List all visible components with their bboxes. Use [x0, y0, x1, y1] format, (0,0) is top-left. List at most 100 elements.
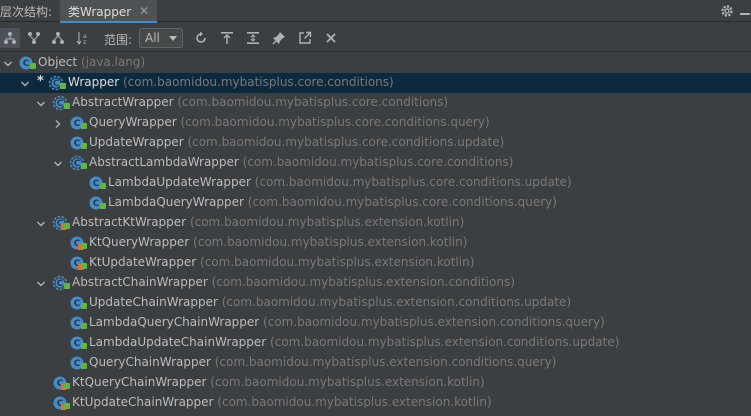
tree-row[interactable]: * C Wrapper (com.baomidou.mybatisplus.core…: [0, 73, 751, 93]
package-name: (com.baomidou.mybatisplus.extension.kotl…: [196, 255, 475, 269]
package-name: (com.baomidou.mybatisplus.core.condition…: [243, 195, 557, 209]
svg-text:z: z: [83, 39, 86, 45]
chevron-down-icon[interactable]: [36, 218, 46, 228]
scope-value: All: [145, 31, 160, 45]
svg-text:C: C: [53, 79, 60, 89]
class-name: LambdaQueryWrapper (com.baomidou.mybatis…: [108, 195, 557, 209]
chevron-down-icon[interactable]: [36, 278, 46, 288]
class-name: LambdaQueryChainWrapper (com.baomidou.my…: [89, 315, 605, 329]
tree-row[interactable]: C KtQueryWrapper (com.baomidou.mybatisplu…: [0, 233, 751, 253]
sort-alpha-icon[interactable]: az: [74, 28, 94, 48]
tree-row[interactable]: C Object (java.lang): [0, 53, 751, 73]
hierarchy-tree[interactable]: C Object (java.lang) * C Wrapper (com.baomid…: [0, 52, 751, 416]
public-lock-icon: [64, 223, 70, 229]
svg-text:C: C: [74, 299, 81, 309]
pin-icon[interactable]: [269, 28, 289, 48]
autoscroll-to-source-icon[interactable]: [217, 28, 237, 48]
public-lock-icon: [100, 183, 106, 189]
public-lock-icon: [81, 263, 87, 269]
svg-text:C: C: [74, 359, 81, 369]
package-name: (com.baomidou.mybatisplus.extension.cond…: [207, 275, 515, 289]
expand-all-icon[interactable]: [243, 28, 263, 48]
class-name: KtQueryWrapper (com.baomidou.mybatisplus…: [89, 235, 467, 249]
public-lock-icon: [81, 303, 87, 309]
tree-row[interactable]: C AbstractKtWrapper (com.baomidou.mybatis…: [0, 213, 751, 233]
svg-text:C: C: [57, 99, 64, 109]
class-name-text: KtUpdateChainWrapper: [72, 395, 214, 409]
chevron-down-icon[interactable]: [36, 98, 46, 108]
public-lock-icon: [81, 363, 87, 369]
class-name: AbstractChainWrapper (com.baomidou.mybat…: [72, 275, 515, 289]
class-name-text: KtUpdateWrapper: [89, 255, 197, 269]
class-name: UpdateWrapper (com.baomidou.mybatisplus.…: [89, 135, 504, 149]
tree-row[interactable]: C UpdateWrapper (com.baomidou.mybatisplus…: [0, 133, 751, 153]
tree-row[interactable]: C UpdateChainWrapper (com.baomidou.mybati…: [0, 293, 751, 313]
close-icon[interactable]: [321, 28, 341, 48]
chevron-down-icon: [169, 36, 177, 41]
class-name: KtUpdateWrapper (com.baomidou.mybatisplu…: [89, 255, 474, 269]
public-lock-icon: [64, 283, 70, 289]
class-name: AbstractLambdaWrapper (com.baomidou.myba…: [89, 155, 513, 169]
svg-text:C: C: [93, 179, 100, 189]
class-name: QueryWrapper (com.baomidou.mybatisplus.c…: [89, 115, 490, 129]
class-name-text: UpdateChainWrapper: [89, 295, 218, 309]
chevron-down-icon[interactable]: [3, 58, 13, 68]
tree-row[interactable]: C KtUpdateWrapper (com.baomidou.mybatispl…: [0, 253, 751, 273]
scope-dropdown[interactable]: All: [139, 28, 183, 48]
class-name-text: AbstractKtWrapper: [72, 215, 187, 229]
tree-row[interactable]: C KtQueryChainWrapper (com.baomidou.mybat…: [0, 373, 751, 393]
svg-text:C: C: [74, 119, 81, 129]
public-lock-icon: [30, 63, 36, 69]
package-name: (com.baomidou.mybatisplus.core.condition…: [176, 115, 490, 129]
chevron-down-icon[interactable]: [20, 78, 30, 88]
tree-row[interactable]: C QueryChainWrapper (com.baomidou.mybatis…: [0, 353, 751, 373]
focus-star-icon: *: [37, 74, 44, 89]
public-lock-icon: [81, 123, 87, 129]
class-name-text: LambdaUpdateWrapper: [108, 175, 251, 189]
hide-panel-icon[interactable]: [737, 3, 751, 19]
open-in-editor-icon[interactable]: [295, 28, 315, 48]
tree-row[interactable]: C AbstractLambdaWrapper (com.baomidou.myb…: [0, 153, 751, 173]
tree-row[interactable]: C AbstractWrapper (com.baomidou.mybatispl…: [0, 93, 751, 113]
gear-icon[interactable]: [719, 3, 735, 19]
class-name: AbstractWrapper (com.baomidou.mybatisplu…: [72, 95, 448, 109]
package-name: (com.baomidou.mybatisplus.extension.cond…: [210, 355, 557, 369]
tree-row[interactable]: C LambdaUpdateWrapper (com.baomidou.mybat…: [0, 173, 751, 193]
class-name-text: AbstractWrapper: [72, 95, 174, 109]
chevron-right-icon[interactable]: [53, 118, 63, 128]
package-name: (com.baomidou.mybatisplus.extension.kotl…: [206, 375, 485, 389]
tree-row[interactable]: C LambdaQueryWrapper (com.baomidou.mybati…: [0, 193, 751, 213]
class-name-text: LambdaQueryChainWrapper: [89, 315, 260, 329]
package-name: (com.baomidou.mybatisplus.extension.kotl…: [186, 215, 465, 229]
public-lock-icon: [64, 383, 70, 389]
package-name: (com.baomidou.mybatisplus.core.condition…: [238, 155, 514, 169]
tab-class-wrapper[interactable]: 类Wrapper ✕: [60, 0, 158, 23]
public-lock-icon: [64, 403, 70, 409]
class-name-text: QueryChainWrapper: [89, 355, 211, 369]
tree-row[interactable]: C LambdaQueryChainWrapper (com.baomidou.m…: [0, 313, 751, 333]
supertypes-icon[interactable]: [24, 28, 44, 48]
public-lock-icon: [81, 323, 87, 329]
tree-row[interactable]: C LambdaUpdateChainWrapper (com.baomidou.…: [0, 333, 751, 353]
svg-text:C: C: [74, 319, 81, 329]
tab-label: 类Wrapper: [68, 4, 132, 19]
tab-close-icon[interactable]: ✕: [139, 5, 149, 17]
tree-row[interactable]: C QueryWrapper (com.baomidou.mybatisplus.…: [0, 113, 751, 133]
package-name: (com.baomidou.mybatisplus.extension.cond…: [266, 335, 620, 349]
tree-row[interactable]: C AbstractChainWrapper (com.baomidou.myba…: [0, 273, 751, 293]
svg-text:C: C: [23, 59, 30, 69]
tree-row[interactable]: C KtUpdateChainWrapper (com.baomidou.myba…: [0, 393, 751, 413]
refresh-icon[interactable]: [191, 28, 211, 48]
svg-text:C: C: [93, 199, 100, 209]
public-lock-icon: [81, 343, 87, 349]
class-name-text: KtQueryWrapper: [89, 235, 190, 249]
package-name: (com.baomidou.mybatisplus.extension.kotl…: [213, 395, 492, 409]
class-name-text: Object: [38, 55, 78, 69]
class-name: Wrapper (com.baomidou.mybatisplus.core.c…: [68, 75, 394, 89]
package-name: (com.baomidou.mybatisplus.extension.cond…: [259, 315, 605, 329]
package-name: (com.baomidou.mybatisplus.core.condition…: [173, 95, 449, 109]
class-hierarchy-icon[interactable]: [0, 28, 20, 48]
chevron-down-icon[interactable]: [53, 158, 63, 168]
class-name: KtUpdateChainWrapper (com.baomidou.mybat…: [72, 395, 492, 409]
subtypes-icon[interactable]: [48, 28, 68, 48]
